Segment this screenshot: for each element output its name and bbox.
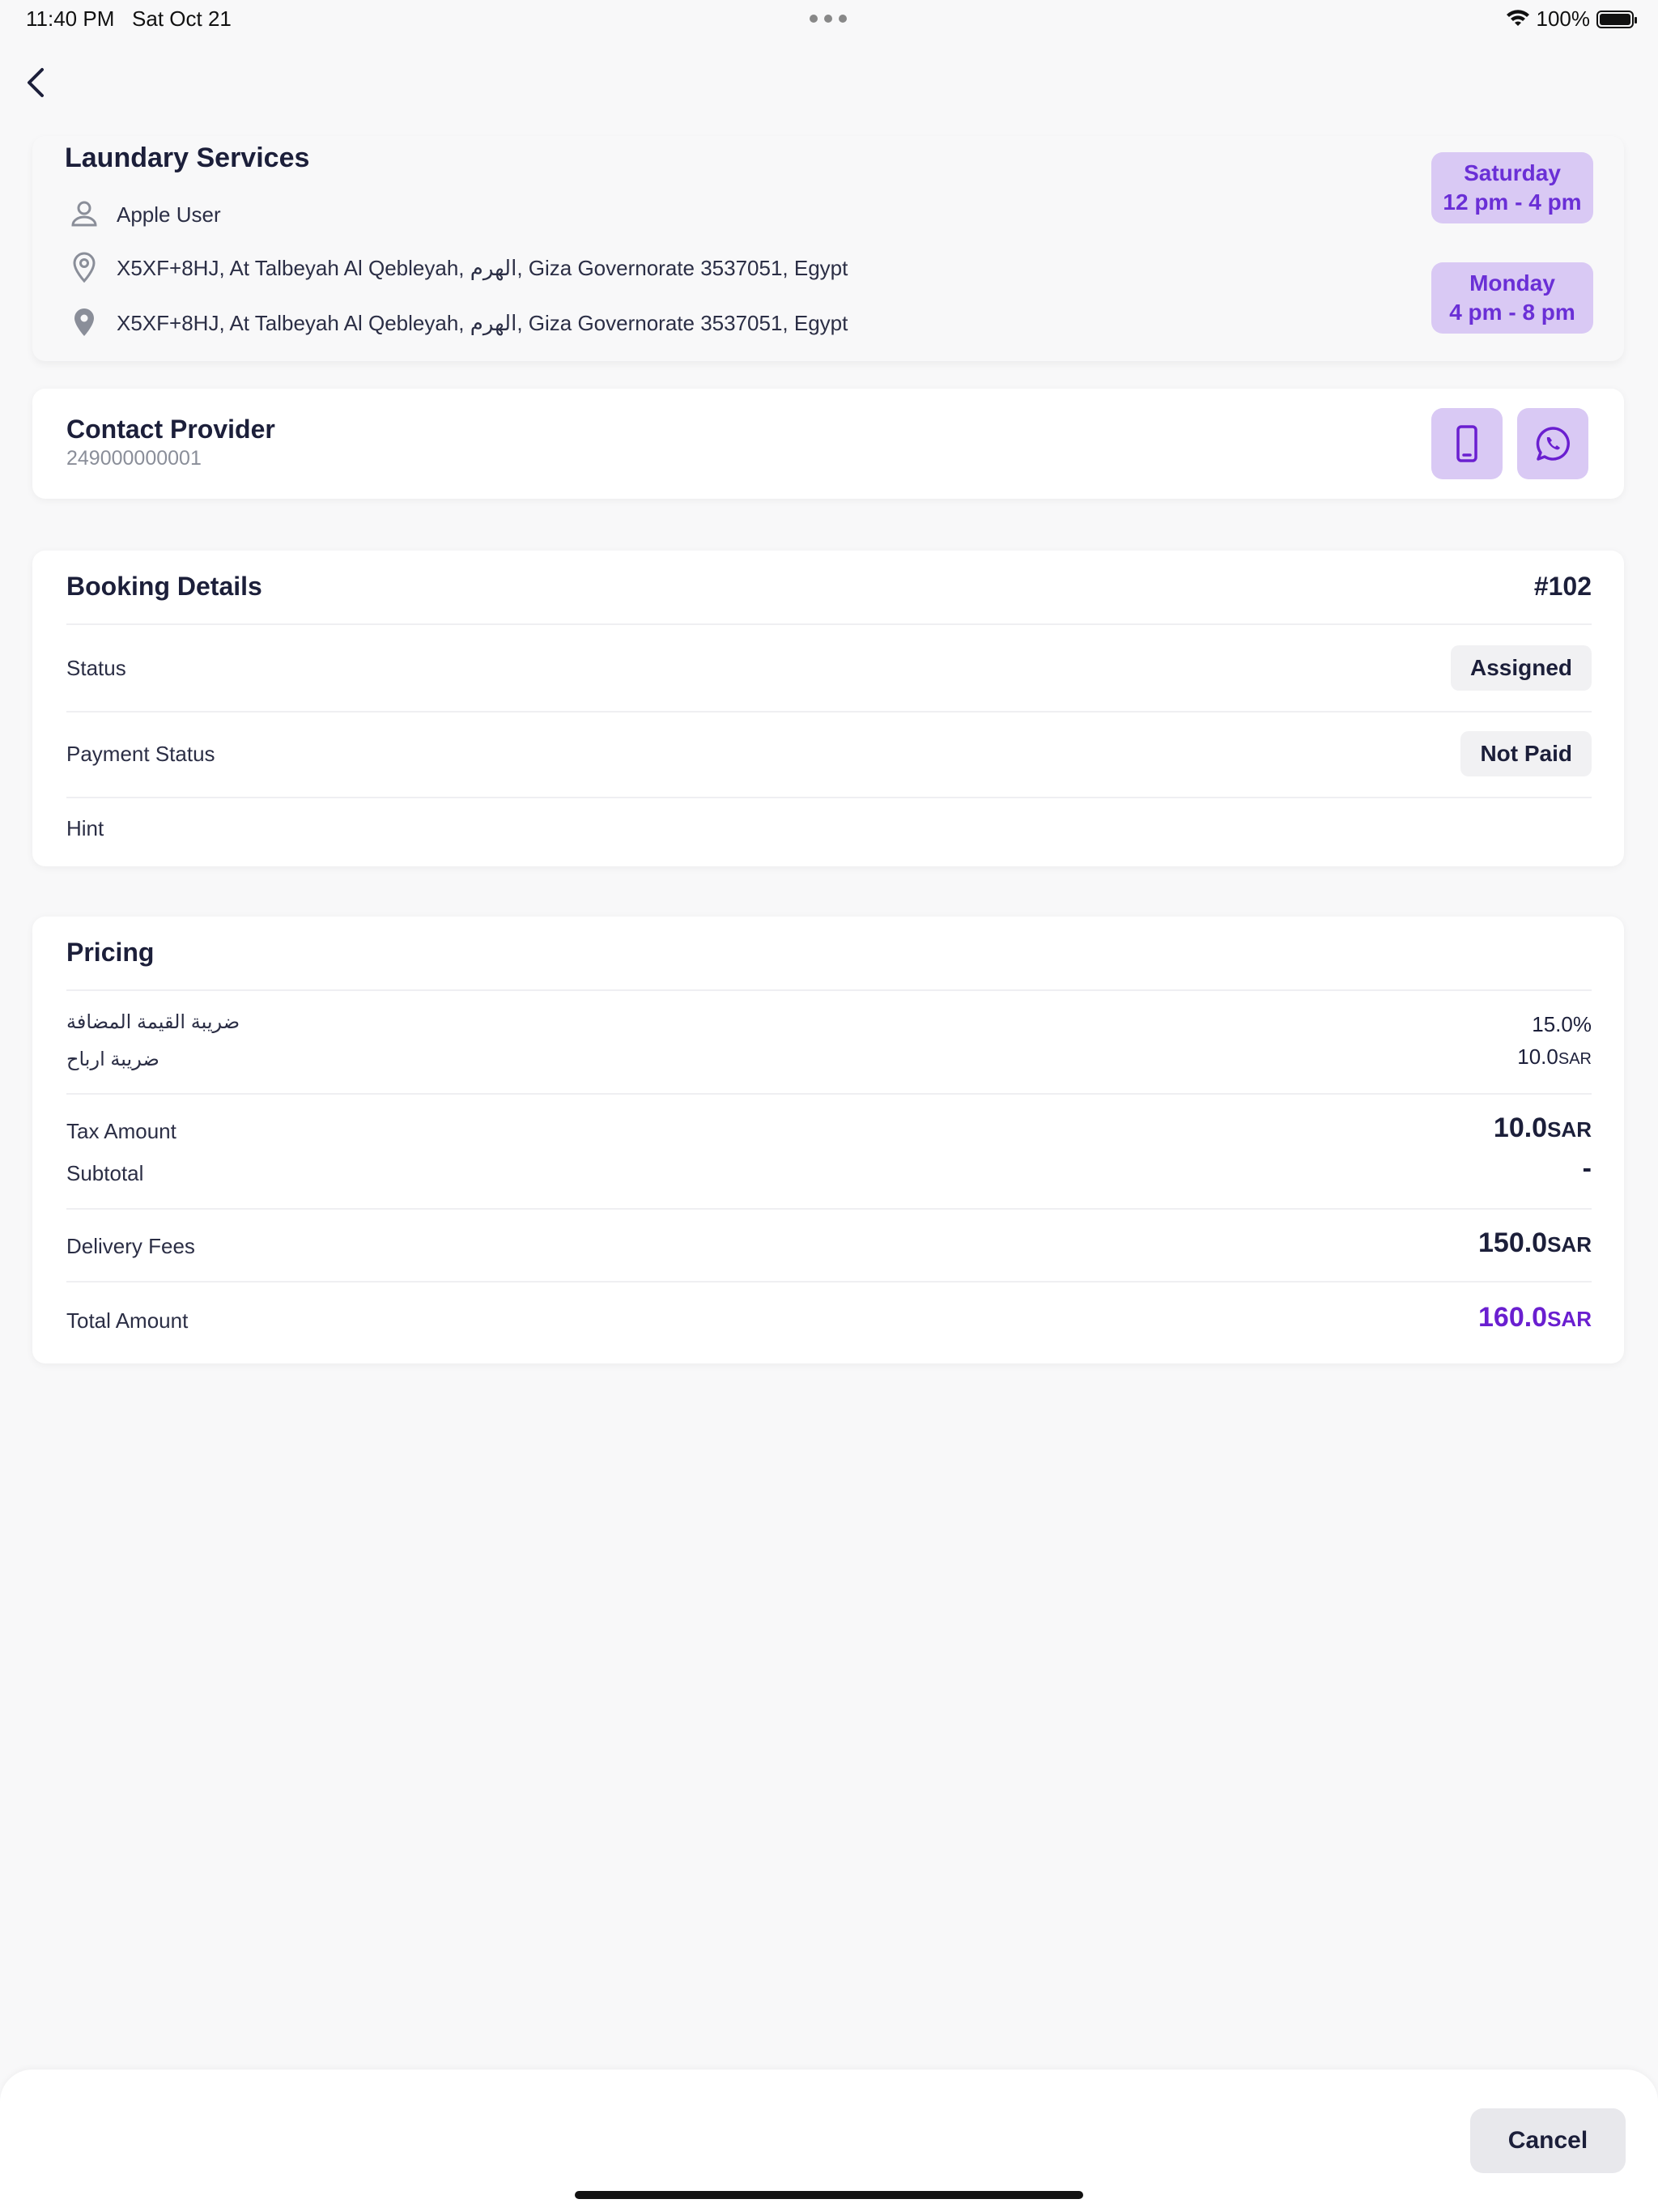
status-label: Status — [66, 656, 126, 680]
booking-id: #102 — [1533, 572, 1592, 601]
total-amount-label: Total Amount — [66, 1308, 189, 1333]
pricing-card — [32, 917, 1624, 1363]
payment-status-label: Payment Status — [66, 742, 215, 766]
subtotal-label: Subtotal — [66, 1161, 144, 1185]
service-title: Laundary Services — [65, 143, 310, 173]
booking-details-card — [32, 551, 1624, 866]
multitasking-dots-icon[interactable] — [810, 15, 847, 23]
currency: SAR — [1547, 1117, 1592, 1142]
chevron-left-icon — [28, 68, 44, 97]
status-bar: 11:40 PM Sat Oct 21 100% — [0, 0, 1658, 39]
wifi-icon — [1506, 9, 1529, 26]
booking-title: Booking Details — [66, 572, 262, 601]
tax-name: ضريبة ارباح — [66, 1049, 159, 1070]
divider — [66, 711, 1592, 713]
battery-icon — [1596, 10, 1637, 28]
battery-percent: 100% — [1536, 6, 1591, 31]
status-badge: Assigned — [1450, 645, 1592, 691]
phone-icon — [1456, 425, 1477, 462]
tax-value-number: 10.0 — [1517, 1044, 1558, 1069]
dropoff-address: X5XF+8HJ, At Talbeyah Al Qebleyah, الهرم… — [117, 311, 848, 335]
delivery-fees-value: 150.0SAR — [1478, 1227, 1592, 1259]
time-text: 11:40 PM — [26, 6, 115, 31]
delivery-fees-label: Delivery Fees — [66, 1234, 195, 1258]
pricing-title: Pricing — [66, 938, 155, 967]
tax-value-number: 15.0% — [1532, 1012, 1592, 1036]
divider — [66, 1281, 1592, 1283]
status-time: 11:40 PM Sat Oct 21 — [26, 6, 232, 32]
location-outline-icon — [73, 252, 96, 283]
hint-label: Hint — [66, 816, 104, 840]
user-name: Apple User — [117, 202, 221, 227]
subtotal-value: - — [1582, 1153, 1592, 1184]
status-right: 100% — [1506, 6, 1637, 32]
tax-value: 10.0SAR — [1517, 1044, 1592, 1070]
location-filled-icon — [74, 308, 94, 336]
delivery-fees-number: 150.0 — [1478, 1227, 1548, 1258]
currency: SAR — [1547, 1307, 1592, 1331]
divider — [66, 623, 1592, 625]
tax-amount-number: 10.0 — [1493, 1112, 1548, 1143]
tax-amount-label: Tax Amount — [66, 1119, 176, 1143]
divider — [66, 989, 1592, 991]
pickup-address: X5XF+8HJ, At Talbeyah Al Qebleyah, الهرم… — [117, 256, 848, 280]
payment-status-badge: Not Paid — [1460, 731, 1592, 776]
divider — [66, 1093, 1592, 1095]
tax-currency: SAR — [1558, 1050, 1592, 1068]
slot-day: Monday — [1469, 270, 1555, 296]
time-slot-pickup: Saturday 12 pm - 4 pm — [1431, 152, 1593, 223]
tax-amount-value: 10.0SAR — [1494, 1112, 1592, 1144]
user-icon — [71, 201, 97, 227]
currency: SAR — [1547, 1232, 1592, 1257]
home-indicator[interactable] — [575, 2191, 1083, 2199]
slot-day: Saturday — [1464, 160, 1561, 185]
tax-value: 15.0% — [1532, 1012, 1592, 1037]
date-text: Sat Oct 21 — [132, 6, 232, 31]
divider — [66, 1208, 1592, 1210]
tax-name: ضريبة القيمة المضافة — [66, 1011, 240, 1033]
time-slot-dropoff: Monday 4 pm - 8 pm — [1431, 262, 1593, 334]
total-amount-value: 160.0SAR — [1478, 1302, 1592, 1334]
cancel-button[interactable]: Cancel — [1470, 2108, 1626, 2173]
call-button[interactable] — [1431, 408, 1503, 479]
slot-time: 4 pm - 8 pm — [1449, 300, 1575, 325]
total-amount-number: 160.0 — [1478, 1302, 1548, 1333]
contact-phone: 249000000001 — [66, 447, 202, 470]
contact-title: Contact Provider — [66, 415, 275, 444]
slot-time: 12 pm - 4 pm — [1443, 189, 1582, 215]
divider — [66, 797, 1592, 798]
whatsapp-button[interactable] — [1517, 408, 1588, 479]
back-button[interactable] — [19, 63, 52, 102]
whatsapp-icon — [1536, 427, 1570, 461]
